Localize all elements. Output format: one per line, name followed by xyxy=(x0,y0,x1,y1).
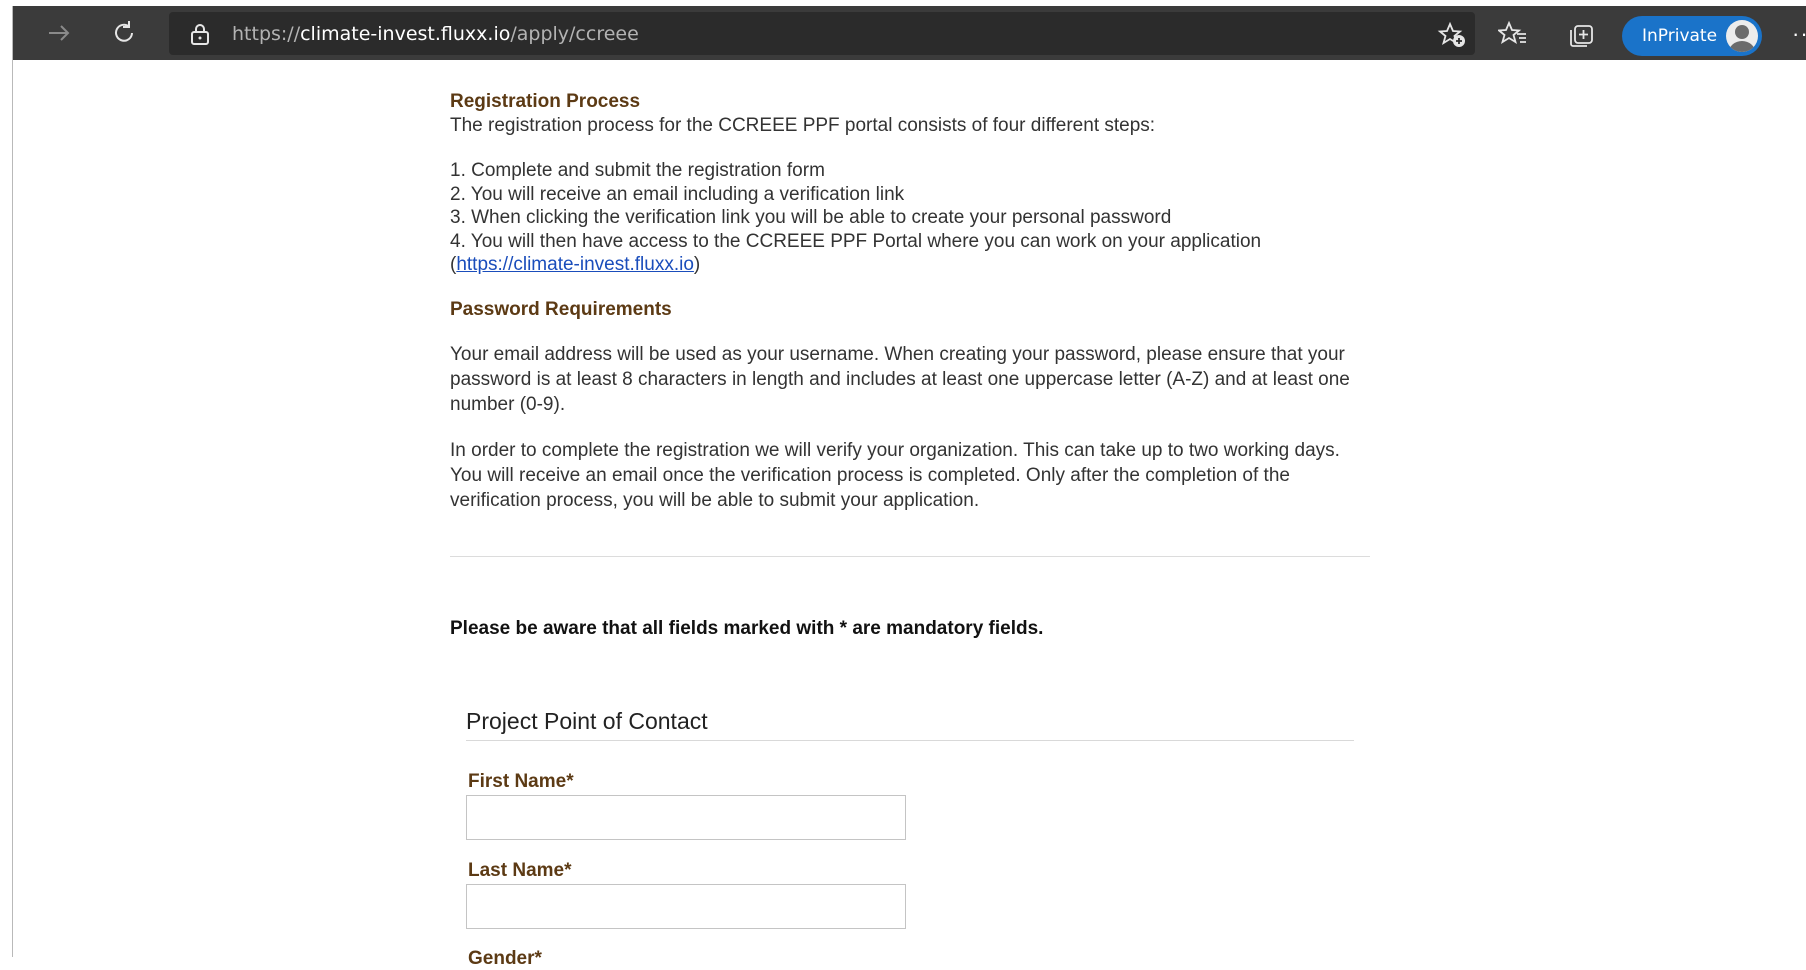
last-name-label: Last Name* xyxy=(468,860,572,881)
info-content: Registration Process The registration pr… xyxy=(450,90,1370,513)
profile-avatar-icon xyxy=(1726,20,1758,52)
step-item: 1. Complete and submit the registration … xyxy=(450,160,825,181)
portal-link-line: (https://climate-invest.fluxx.io) xyxy=(450,254,701,275)
registration-heading: Registration Process xyxy=(450,91,641,112)
address-url[interactable]: https://climate-invest.fluxx.io/apply/cc… xyxy=(232,23,639,45)
last-name-input[interactable] xyxy=(466,884,906,929)
first-name-label: First Name* xyxy=(468,771,574,792)
favorites-icon[interactable] xyxy=(1498,20,1528,48)
step-item: 4. You will then have access to the CCRE… xyxy=(450,230,1262,252)
forward-arrow-icon[interactable] xyxy=(46,20,72,46)
section-divider xyxy=(466,740,1354,741)
inprivate-label: InPrivate xyxy=(1642,26,1718,46)
more-menu-button[interactable]: ··· xyxy=(1792,23,1806,45)
address-bar[interactable]: https://climate-invest.fluxx.io/apply/cc… xyxy=(169,12,1475,55)
step-item: 3. When clicking the verification link y… xyxy=(450,207,1172,228)
collections-icon[interactable] xyxy=(1567,20,1597,48)
url-host: climate-invest.fluxx.io xyxy=(300,23,511,45)
inprivate-button[interactable]: InPrivate xyxy=(1622,16,1762,56)
url-path: /apply/ccreee xyxy=(510,23,639,45)
portal-link[interactable]: https://climate-invest.fluxx.io xyxy=(456,254,694,275)
browser-toolbar: https://climate-invest.fluxx.io/apply/cc… xyxy=(12,6,1806,60)
password-paragraph: Your email address will be used as your … xyxy=(450,344,1350,415)
gender-label: Gender* xyxy=(468,948,542,969)
divider xyxy=(450,556,1370,557)
step-item: 2. You will receive an email including a… xyxy=(450,183,905,205)
verification-paragraph: In order to complete the registration we… xyxy=(450,440,1340,511)
reload-icon[interactable] xyxy=(110,19,138,47)
first-name-input[interactable] xyxy=(466,795,906,840)
registration-intro: The registration process for the CCREEE … xyxy=(450,114,1156,136)
url-scheme: https:// xyxy=(232,23,301,45)
window-left-border xyxy=(12,6,13,957)
add-favorite-icon[interactable] xyxy=(1437,21,1467,49)
mandatory-note: Please be aware that all fields marked w… xyxy=(450,618,1044,639)
section-title: Project Point of Contact xyxy=(466,708,708,734)
password-heading: Password Requirements xyxy=(450,298,672,320)
lock-icon[interactable] xyxy=(190,23,210,45)
